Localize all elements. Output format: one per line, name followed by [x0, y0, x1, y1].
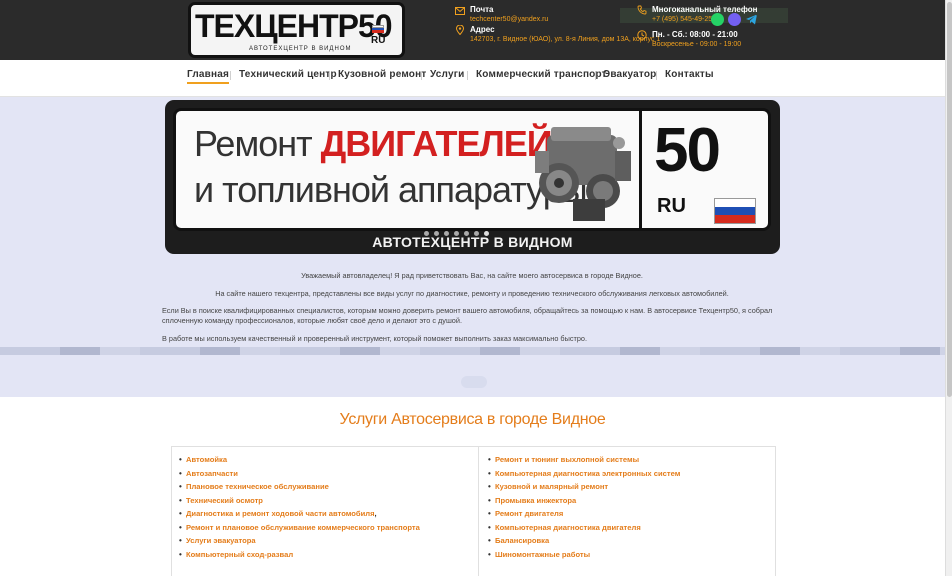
whatsapp-icon[interactable]: [711, 13, 724, 26]
intro-greeting: Уважаемый автовладелец! Я рад приветство…: [301, 271, 643, 280]
service-link[interactable]: Ремонт и плановое обслуживание коммерчес…: [176, 521, 420, 535]
slide-headline-2: и топливной аппаратуры: [194, 169, 588, 210]
logo-tagline: АВТОТЕХЦЕНТР В ВИДНОМ: [249, 46, 352, 52]
logo-text: ТЕХЦЕНТР50: [195, 8, 393, 44]
location-pin-icon: [455, 25, 465, 35]
slider-dot[interactable]: [434, 231, 439, 236]
services-title: Услуги Автосервиса в городе Видное: [339, 411, 606, 428]
slide-plate: Ремонт ДВИГАТЕЛЕЙ и топливной аппаратуры…: [173, 108, 771, 231]
trailing-comma: ,: [374, 509, 377, 518]
nav-separator: [595, 71, 596, 80]
nav-separator: [467, 71, 468, 80]
phone-link[interactable]: +7 (495) 545-49-25: [652, 16, 757, 23]
slide-headline-1: Ремонт ДВИГАТЕЛЕЙ: [194, 123, 553, 165]
nav-item-commercial-transport[interactable]: Коммерческий транспорт: [476, 69, 607, 80]
logo-ru: RU: [371, 35, 386, 46]
top-header: ТЕХЦЕНТР50 RU АВТОТЕХЦЕНТР В ВИДНОМ Почт…: [0, 0, 945, 60]
service-link[interactable]: Ремонт и тюнинг выхлопной системы: [485, 453, 680, 467]
phone-block: Многоканальный телефон +7 (495) 545-49-2…: [652, 5, 757, 23]
service-link[interactable]: Компьютерная диагностика двигателя: [485, 521, 680, 535]
slide-plate-number: 50: [654, 116, 721, 185]
service-link[interactable]: Плановое техническое обслуживание: [176, 480, 420, 494]
nav-separator: [230, 71, 231, 80]
nav-separator: [421, 71, 422, 80]
services-list-right: Ремонт и тюнинг выхлопной системы Компью…: [485, 453, 680, 561]
engine-image: [535, 127, 631, 221]
service-link[interactable]: Автозапчасти: [176, 467, 420, 481]
site-logo[interactable]: ТЕХЦЕНТР50 RU АВТОТЕХЦЕНТР В ВИДНОМ: [188, 2, 405, 58]
phone-label: Многоканальный телефон: [652, 5, 758, 14]
service-link[interactable]: Диагностика и ремонт ходовой части автом…: [176, 507, 420, 521]
service-link[interactable]: Технический осмотр: [176, 494, 420, 508]
mail-icon: [455, 7, 465, 15]
hero-pager: [461, 376, 487, 388]
email-block: Почта techcenter50@yandex.ru: [470, 5, 548, 23]
hours-weekdays: Пн. - Сб.: 08:00 - 21:00: [652, 30, 738, 39]
slide-headline-highlight: ДВИГАТЕЛЕЙ: [320, 123, 553, 164]
viber-icon[interactable]: [728, 13, 741, 26]
slider-dot[interactable]: [474, 231, 479, 236]
phone-icon: [637, 5, 647, 15]
slider-dot[interactable]: [444, 231, 449, 236]
slider-dot[interactable]: [454, 231, 459, 236]
main-navigation: Главная Технический центр Кузовной ремон…: [0, 60, 945, 97]
slide-headline-prefix: Ремонт: [194, 123, 313, 164]
logo-flag-icon: [372, 25, 384, 33]
scrollbar-thumb[interactable]: [947, 2, 952, 397]
services-divider: [478, 447, 479, 576]
hero-photo-strip: [0, 347, 945, 355]
service-link[interactable]: Шиномонтажные работы: [485, 548, 680, 562]
services-list-left: Автомойка Автозапчасти Плановое техничес…: [176, 453, 420, 561]
service-link[interactable]: Ремонт двигателя: [485, 507, 680, 521]
plate-divider: [639, 111, 642, 228]
slider-dot[interactable]: [464, 231, 469, 236]
hours-block: Пн. - Сб.: 08:00 - 21:00 Воскресенье - 0…: [652, 30, 741, 48]
nav-item-contacts[interactable]: Контакты: [665, 69, 714, 80]
intro-tools: В работе мы используем качественный и пр…: [162, 334, 587, 343]
services-list-box: Автомойка Автозапчасти Плановое техничес…: [171, 446, 776, 576]
slider-dot[interactable]: [424, 231, 429, 236]
service-link[interactable]: Компьютерная диагностика электронных сис…: [485, 467, 680, 481]
hours-sunday: Воскресенье - 09:00 - 19:00: [652, 41, 742, 48]
nav-item-services[interactable]: Услуги: [430, 69, 464, 80]
slide-caption: АВТОТЕХЦЕНТР В ВИДНОМ: [372, 234, 573, 250]
nav-item-tow-truck[interactable]: Эвакуатор: [603, 69, 656, 80]
service-link[interactable]: Услуги эвакуатора: [176, 534, 420, 548]
address-block: Адрес 142703, г. Видное (ЮАО), ул. 8-я Л…: [470, 25, 660, 43]
service-link[interactable]: Компьютерный сход-развал: [176, 548, 420, 562]
service-link[interactable]: Балансировка: [485, 534, 680, 548]
intro-services-overview: На сайте нашего техцентра, представлены …: [215, 289, 729, 298]
service-link[interactable]: Кузовной и малярный ремонт: [485, 480, 680, 494]
clock-icon: [637, 30, 647, 40]
address-value: 142703, г. Видное (ЮАО), ул. 8-я Линия, …: [470, 36, 661, 43]
email-link[interactable]: techcenter50@yandex.ru: [470, 16, 548, 23]
russia-flag-icon: [714, 198, 756, 224]
slide-plate-region: RU: [657, 195, 686, 217]
nav-item-home[interactable]: Главная: [187, 69, 230, 84]
service-link[interactable]: Промывка инжектора: [485, 494, 680, 508]
nav-item-tech-center[interactable]: Технический центр: [239, 69, 337, 80]
intro-team: Если Вы в поиске квалифицированных специ…: [162, 306, 773, 325]
address-label: Адрес: [470, 25, 495, 34]
nav-separator: [329, 71, 330, 80]
slider-dot-active[interactable]: [484, 231, 489, 236]
nav-separator: [656, 71, 657, 80]
promo-slider[interactable]: Ремонт ДВИГАТЕЛЕЙ и топливной аппаратуры…: [165, 100, 780, 254]
email-label: Почта: [470, 5, 494, 14]
nav-item-body-repair[interactable]: Кузовной ремонт: [338, 69, 426, 80]
page-scrollbar[interactable]: [945, 0, 952, 576]
telegram-icon[interactable]: [745, 13, 758, 26]
service-link[interactable]: Автомойка: [176, 453, 420, 467]
